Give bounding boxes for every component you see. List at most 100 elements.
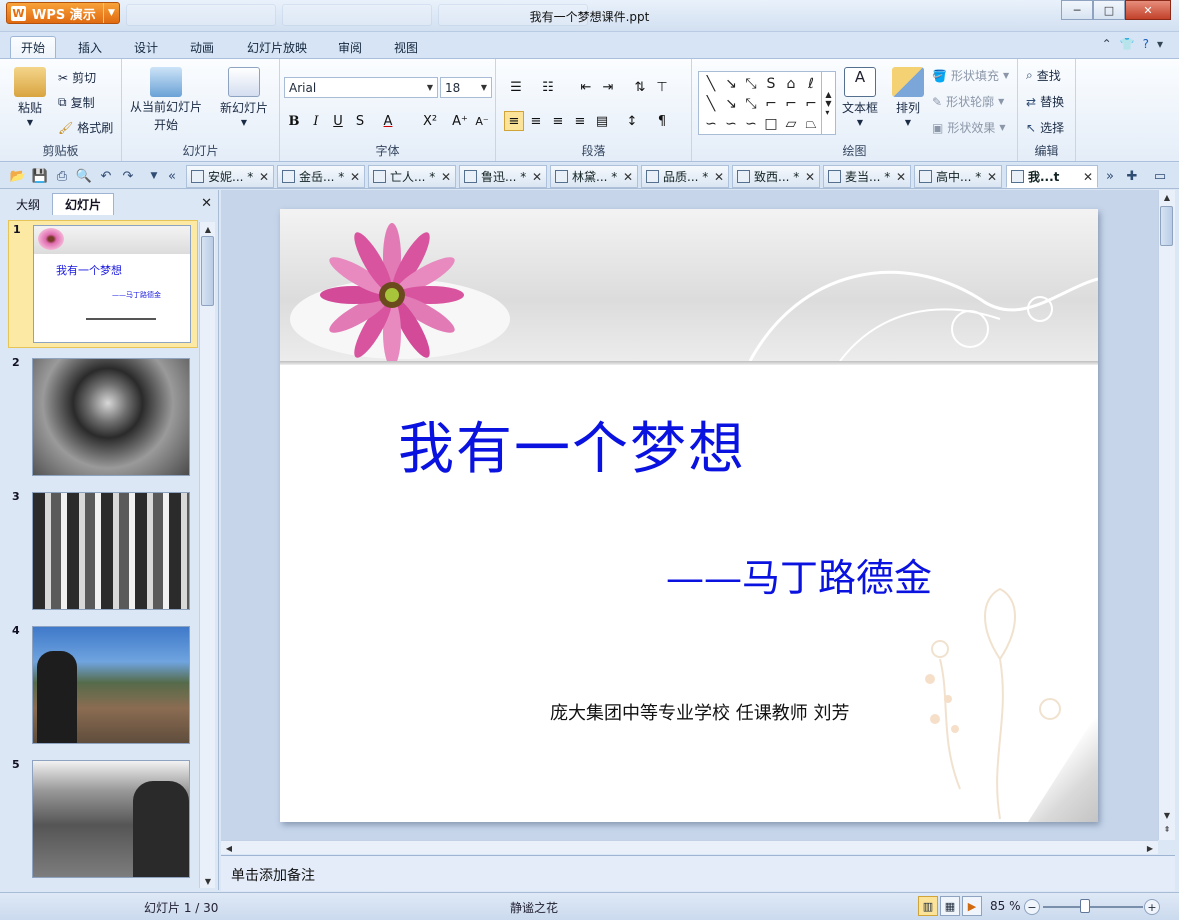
- distribute-icon[interactable]: ▤: [592, 111, 612, 131]
- open-icon[interactable]: 📂: [10, 168, 26, 184]
- slide-thumbnail-3[interactable]: 3: [8, 488, 198, 616]
- undo-icon[interactable]: ↶: [98, 168, 114, 184]
- minimize-button[interactable]: ─: [1061, 0, 1093, 20]
- print-preview-icon[interactable]: 🔍: [76, 168, 92, 184]
- elbow-connector-icon[interactable]: ⌐: [761, 94, 781, 114]
- line-shape-icon[interactable]: ╲: [701, 94, 721, 114]
- horizontal-scrollbar[interactable]: ◀ ▶: [221, 840, 1158, 854]
- curve-shape-icon[interactable]: S: [761, 74, 781, 94]
- tab-slideshow[interactable]: 幻灯片放映: [240, 36, 314, 58]
- close-icon[interactable]: ✕: [441, 170, 451, 184]
- doc-tab[interactable]: 致西... * ✕: [732, 165, 820, 188]
- scroll-thumb[interactable]: [201, 236, 214, 306]
- notes-pane[interactable]: 单击添加备注: [221, 855, 1175, 891]
- slide[interactable]: 我有一个梦想 ——马丁路德金 庞大集团中等专业学校 任课教师 刘芳: [280, 209, 1098, 822]
- scroll-down-icon[interactable]: ▼: [200, 874, 216, 888]
- shape-fill-button[interactable]: 🪣 形状填充 ▼: [932, 67, 1009, 84]
- trapezoid-shape-icon[interactable]: ⏢: [801, 114, 821, 134]
- replace-button[interactable]: ⇄ 替换: [1026, 93, 1064, 110]
- bold-button[interactable]: B: [284, 111, 304, 131]
- scroll-up-icon[interactable]: ▲: [1159, 190, 1175, 204]
- chevron-down-icon[interactable]: ▾: [1157, 37, 1163, 51]
- close-icon[interactable]: ✕: [532, 170, 542, 184]
- numbered-list-icon[interactable]: ☷: [538, 77, 558, 97]
- gallery-scroll-icon[interactable]: ▲ ▼ ▾: [821, 72, 835, 134]
- tab-slides[interactable]: 幻灯片: [52, 193, 114, 215]
- tab-insert[interactable]: 插入: [70, 36, 110, 58]
- align-center-icon[interactable]: ≡: [526, 111, 546, 131]
- help-icon[interactable]: ?: [1143, 37, 1149, 51]
- font-size-select[interactable]: 18 ▼: [440, 77, 492, 98]
- slide-sorter-icon[interactable]: ▦: [940, 896, 960, 916]
- line-spacing-icon[interactable]: ↕: [622, 111, 642, 131]
- new-slide-button[interactable]: 新幻灯片 ▼: [220, 67, 268, 127]
- maximize-button[interactable]: □: [1093, 0, 1125, 20]
- elbow-double-arrow-icon[interactable]: ⌐: [801, 94, 821, 114]
- shape-outline-button[interactable]: ✎ 形状轮廓 ▼: [932, 93, 1004, 110]
- shape-effect-button[interactable]: ▣ 形状效果 ▼: [932, 119, 1006, 136]
- slide-footer-text[interactable]: 庞大集团中等专业学校 任课教师 刘芳: [550, 699, 849, 725]
- close-icon[interactable]: ✕: [201, 196, 212, 211]
- skin-icon[interactable]: 👕: [1120, 37, 1135, 51]
- doc-tab[interactable]: 麦当... * ✕: [823, 165, 911, 188]
- zoom-out-icon[interactable]: −: [1024, 899, 1040, 915]
- slide-thumbnail-4[interactable]: 4: [8, 622, 198, 750]
- curved-arrow-icon[interactable]: ∽: [721, 114, 741, 134]
- close-icon[interactable]: ✕: [259, 170, 269, 184]
- decrease-font-button[interactable]: A⁻: [472, 111, 492, 131]
- find-button[interactable]: ⌕ 查找: [1026, 67, 1061, 84]
- copy-button[interactable]: ⧉ 复制: [58, 94, 95, 111]
- doc-tab[interactable]: 高中... * ✕: [914, 165, 1002, 188]
- tab-list-icon[interactable]: ▭: [1152, 168, 1168, 184]
- text-box-button[interactable]: A 文本框 ▼: [842, 67, 878, 127]
- tab-home[interactable]: 开始: [10, 36, 56, 58]
- zoom-slider[interactable]: [1043, 906, 1143, 908]
- doc-tab[interactable]: 安妮... * ✕: [186, 165, 274, 188]
- normal-view-icon[interactable]: ▥: [918, 896, 938, 916]
- freeform-shape-icon[interactable]: ⌂: [781, 74, 801, 94]
- arrow-shape-icon[interactable]: ↘: [721, 94, 741, 114]
- slide-thumbnail-5[interactable]: 5: [8, 756, 198, 884]
- close-button[interactable]: ✕: [1125, 0, 1171, 20]
- tab-review[interactable]: 审阅: [330, 36, 370, 58]
- thumbnail-scrollbar[interactable]: ▲ ▼: [199, 222, 215, 888]
- zoom-slider-handle[interactable]: [1080, 899, 1090, 913]
- slide-scrollbar[interactable]: ▲ ▼ ⇞: [1158, 190, 1175, 840]
- paragraph-settings-icon[interactable]: ¶: [652, 111, 672, 131]
- rectangle-shape-icon[interactable]: □: [761, 114, 781, 134]
- close-icon[interactable]: ✕: [350, 170, 360, 184]
- scroll-tabs-right-icon[interactable]: »: [1102, 168, 1118, 184]
- vertical-align-icon[interactable]: ⊤: [652, 77, 672, 97]
- paste-button[interactable]: 粘贴 ▼: [14, 67, 46, 127]
- close-icon[interactable]: ✕: [623, 170, 633, 184]
- double-arrow-shape-icon[interactable]: ⤡: [741, 74, 761, 94]
- redo-icon[interactable]: ↷: [120, 168, 136, 184]
- slide-thumbnail-1[interactable]: 1 我有一个梦想 ——马丁路德金: [8, 220, 198, 348]
- select-button[interactable]: ↖ 选择: [1026, 119, 1064, 136]
- zoom-in-icon[interactable]: +: [1144, 899, 1160, 915]
- chevron-down-icon[interactable]: ▼: [146, 168, 162, 184]
- align-right-icon[interactable]: ≡: [548, 111, 568, 131]
- superscript-button[interactable]: X²: [420, 111, 440, 131]
- arrange-button[interactable]: 排列 ▼: [892, 67, 924, 127]
- slide-title[interactable]: 我有一个梦想: [398, 404, 746, 485]
- slideshow-view-icon[interactable]: ▶: [962, 896, 982, 916]
- notes-placeholder[interactable]: 单击添加备注: [231, 865, 315, 885]
- decrease-indent-icon[interactable]: ⇤: [576, 77, 596, 97]
- underline-button[interactable]: U: [328, 111, 348, 131]
- increase-indent-icon[interactable]: ⇥: [598, 77, 618, 97]
- elbow-arrow-icon[interactable]: ⌐: [781, 94, 801, 114]
- bullet-list-icon[interactable]: ☰: [506, 77, 526, 97]
- doc-tab[interactable]: 亡人... * ✕: [368, 165, 456, 188]
- italic-button[interactable]: I: [306, 111, 326, 131]
- align-left-icon[interactable]: ≡: [504, 111, 524, 131]
- doc-tab[interactable]: 品质... * ✕: [641, 165, 729, 188]
- close-icon[interactable]: ✕: [987, 170, 997, 184]
- curved-double-arrow-icon[interactable]: ∽: [741, 114, 761, 134]
- shape-gallery[interactable]: ╲ ↘ ⤡ S ⌂ ℓ ╲ ↘ ⤡ ⌐ ⌐ ⌐ ∽ ∽ ∽ □ ▱ ⏢ ▲ ▼ ▾: [698, 71, 836, 135]
- cut-button[interactable]: ✂ 剪切: [58, 69, 96, 86]
- previous-slide-icon[interactable]: ⇞: [1159, 822, 1175, 836]
- increase-font-button[interactable]: A⁺: [450, 111, 470, 131]
- font-color-button[interactable]: A: [378, 111, 398, 131]
- scroll-up-icon[interactable]: ▲: [200, 222, 216, 236]
